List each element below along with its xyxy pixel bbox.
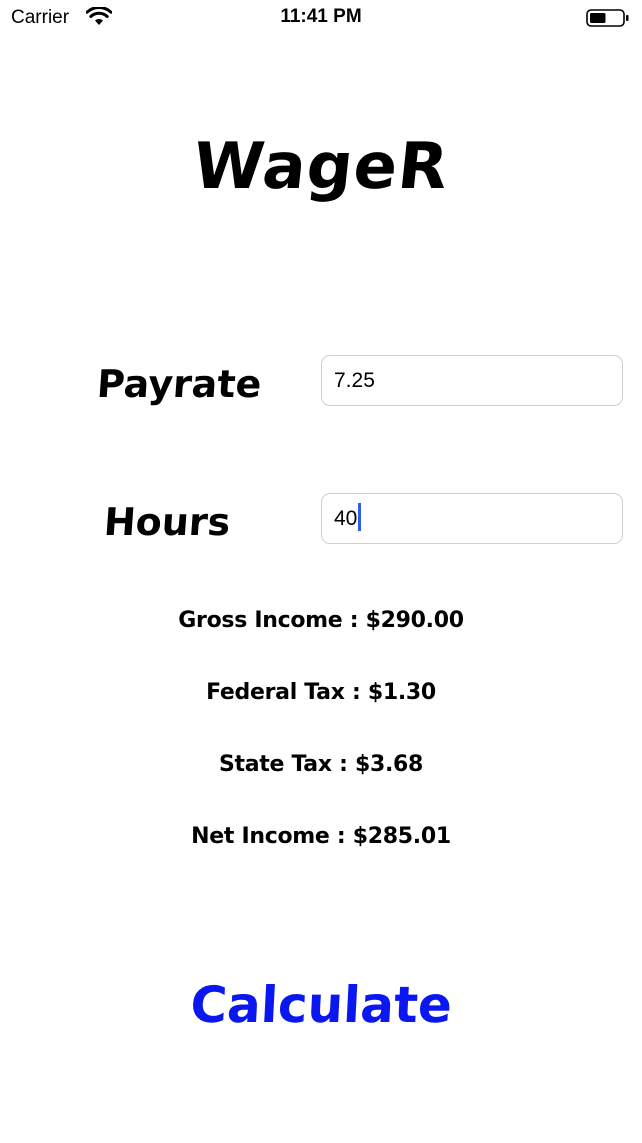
status-time: 11:41 PM bbox=[280, 6, 362, 27]
gross-income-label: Gross Income : $290.00 bbox=[178, 608, 464, 633]
text-cursor bbox=[358, 503, 362, 532]
state-tax-label: State Tax : $3.68 bbox=[218, 752, 424, 777]
app-title: WageR bbox=[189, 130, 453, 204]
payrate-label: Payrate bbox=[95, 362, 263, 406]
hours-label: Hours bbox=[102, 500, 232, 544]
battery-icon bbox=[586, 9, 629, 27]
hours-value: 40 bbox=[334, 507, 358, 530]
status-bar: Carrier 11:41 PM bbox=[0, 0, 642, 38]
net-income-label: Net Income : $285.01 bbox=[191, 824, 451, 849]
federal-tax-label: Federal Tax : $1.30 bbox=[206, 680, 436, 705]
calculate-button[interactable]: Calculate bbox=[169, 976, 472, 1042]
payrate-input[interactable]: 7.25 bbox=[321, 355, 623, 406]
payrate-value: 7.25 bbox=[334, 369, 375, 392]
hours-input[interactable]: 40 bbox=[321, 493, 623, 544]
